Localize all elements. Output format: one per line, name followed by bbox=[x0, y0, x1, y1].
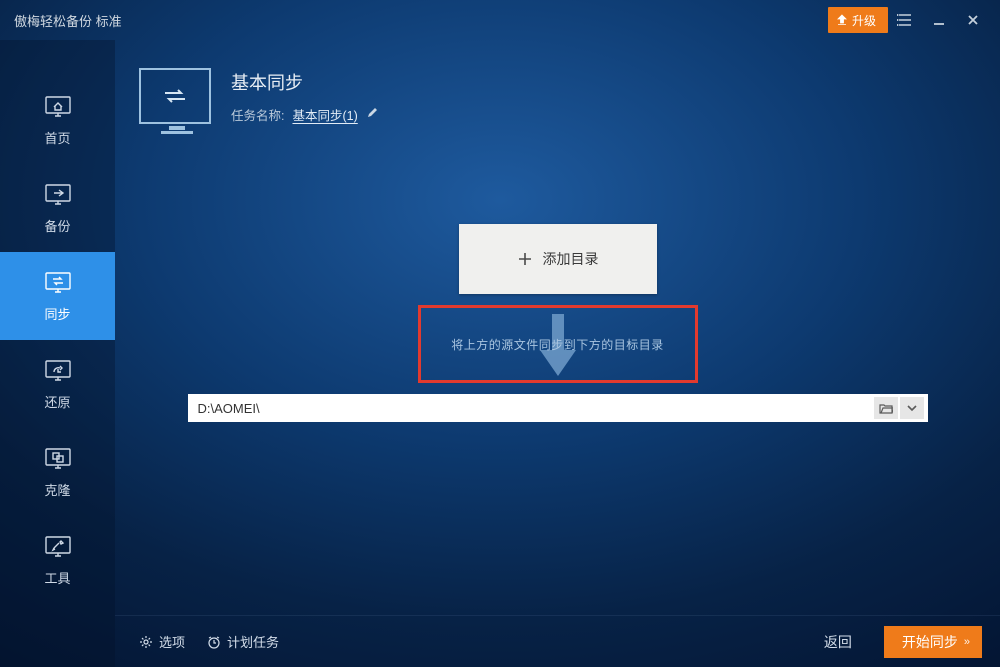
sidebar-item-backup[interactable]: 备份 bbox=[0, 164, 115, 252]
sidebar: 首页 备份 同步 还原 bbox=[0, 40, 115, 667]
menu-button[interactable] bbox=[888, 0, 922, 40]
folder-open-icon bbox=[879, 402, 893, 414]
monitor-tools-icon bbox=[43, 534, 73, 560]
app-title: 傲梅轻松备份 标准 bbox=[14, 11, 122, 30]
app-window: 傲梅轻松备份 标准 升级 首页 bbox=[0, 0, 1000, 667]
monitor-clone-icon bbox=[43, 446, 73, 472]
add-folder-label: 添加目录 bbox=[543, 249, 599, 269]
minimize-icon bbox=[932, 13, 946, 27]
sidebar-item-label: 首页 bbox=[44, 128, 70, 147]
add-folder-button[interactable]: 添加目录 bbox=[459, 224, 657, 294]
clock-icon bbox=[207, 635, 221, 649]
close-icon bbox=[966, 13, 980, 27]
back-button[interactable]: 返回 bbox=[806, 632, 870, 652]
task-name-row: 任务名称: 基本同步(1) bbox=[231, 105, 378, 124]
sidebar-item-label: 克隆 bbox=[44, 480, 70, 499]
sync-direction-indicator: 将上方的源文件同步到下方的目标目录 bbox=[419, 306, 697, 382]
footer-bar: 选项 计划任务 返回 开始同步 » bbox=[115, 615, 1000, 667]
back-label: 返回 bbox=[824, 634, 852, 650]
page-title: 基本同步 bbox=[231, 69, 378, 95]
upgrade-label: 升级 bbox=[852, 12, 876, 29]
sidebar-item-label: 还原 bbox=[44, 392, 70, 411]
plus-icon bbox=[517, 251, 533, 267]
page-header: 基本同步 任务名称: 基本同步(1) bbox=[115, 68, 1000, 124]
browse-folder-button[interactable] bbox=[874, 397, 898, 419]
path-dropdown-button[interactable] bbox=[900, 397, 924, 419]
sidebar-item-home[interactable]: 首页 bbox=[0, 76, 115, 164]
monitor-arrow-icon bbox=[43, 182, 73, 208]
options-label: 选项 bbox=[159, 632, 185, 651]
monitor-sync-icon bbox=[43, 270, 73, 296]
sync-monitor-icon bbox=[139, 68, 211, 124]
main-panel: 基本同步 任务名称: 基本同步(1) 添加目录 bbox=[115, 40, 1000, 667]
sidebar-item-label: 备份 bbox=[44, 216, 70, 235]
task-name-label: 任务名称: bbox=[231, 105, 284, 124]
sidebar-item-label: 同步 bbox=[44, 304, 70, 323]
pencil-icon bbox=[366, 107, 378, 119]
sidebar-item-label: 工具 bbox=[44, 568, 70, 587]
sidebar-item-tools[interactable]: 工具 bbox=[0, 516, 115, 604]
menu-icon bbox=[897, 13, 913, 27]
start-sync-button[interactable]: 开始同步 » bbox=[884, 626, 982, 658]
upload-icon bbox=[836, 14, 848, 26]
task-name-value[interactable]: 基本同步(1) bbox=[292, 105, 357, 124]
sidebar-item-sync[interactable]: 同步 bbox=[0, 252, 115, 340]
sidebar-item-restore[interactable]: 还原 bbox=[0, 340, 115, 428]
minimize-button[interactable] bbox=[922, 0, 956, 40]
schedule-label: 计划任务 bbox=[227, 632, 279, 651]
titlebar: 傲梅轻松备份 标准 升级 bbox=[0, 0, 1000, 40]
upgrade-button[interactable]: 升级 bbox=[828, 7, 888, 33]
destination-path-row: D:\AOMEI\ bbox=[188, 394, 928, 422]
start-sync-label: 开始同步 bbox=[902, 632, 958, 652]
sidebar-item-clone[interactable]: 克隆 bbox=[0, 428, 115, 516]
destination-path-input[interactable]: D:\AOMEI\ bbox=[198, 401, 874, 416]
schedule-button[interactable]: 计划任务 bbox=[207, 632, 279, 651]
sync-direction-hint: 将上方的源文件同步到下方的目标目录 bbox=[451, 336, 664, 353]
edit-task-name-button[interactable] bbox=[366, 107, 378, 122]
gear-icon bbox=[139, 635, 153, 649]
chevron-right-icon: » bbox=[964, 636, 968, 648]
monitor-restore-icon bbox=[43, 358, 73, 384]
chevron-down-icon bbox=[905, 402, 919, 414]
monitor-home-icon bbox=[43, 94, 73, 120]
close-button[interactable] bbox=[956, 0, 990, 40]
center-area: 添加目录 将上方的源文件同步到下方的目标目录 D:\AOMEI\ bbox=[115, 124, 1000, 615]
options-button[interactable]: 选项 bbox=[139, 632, 185, 651]
